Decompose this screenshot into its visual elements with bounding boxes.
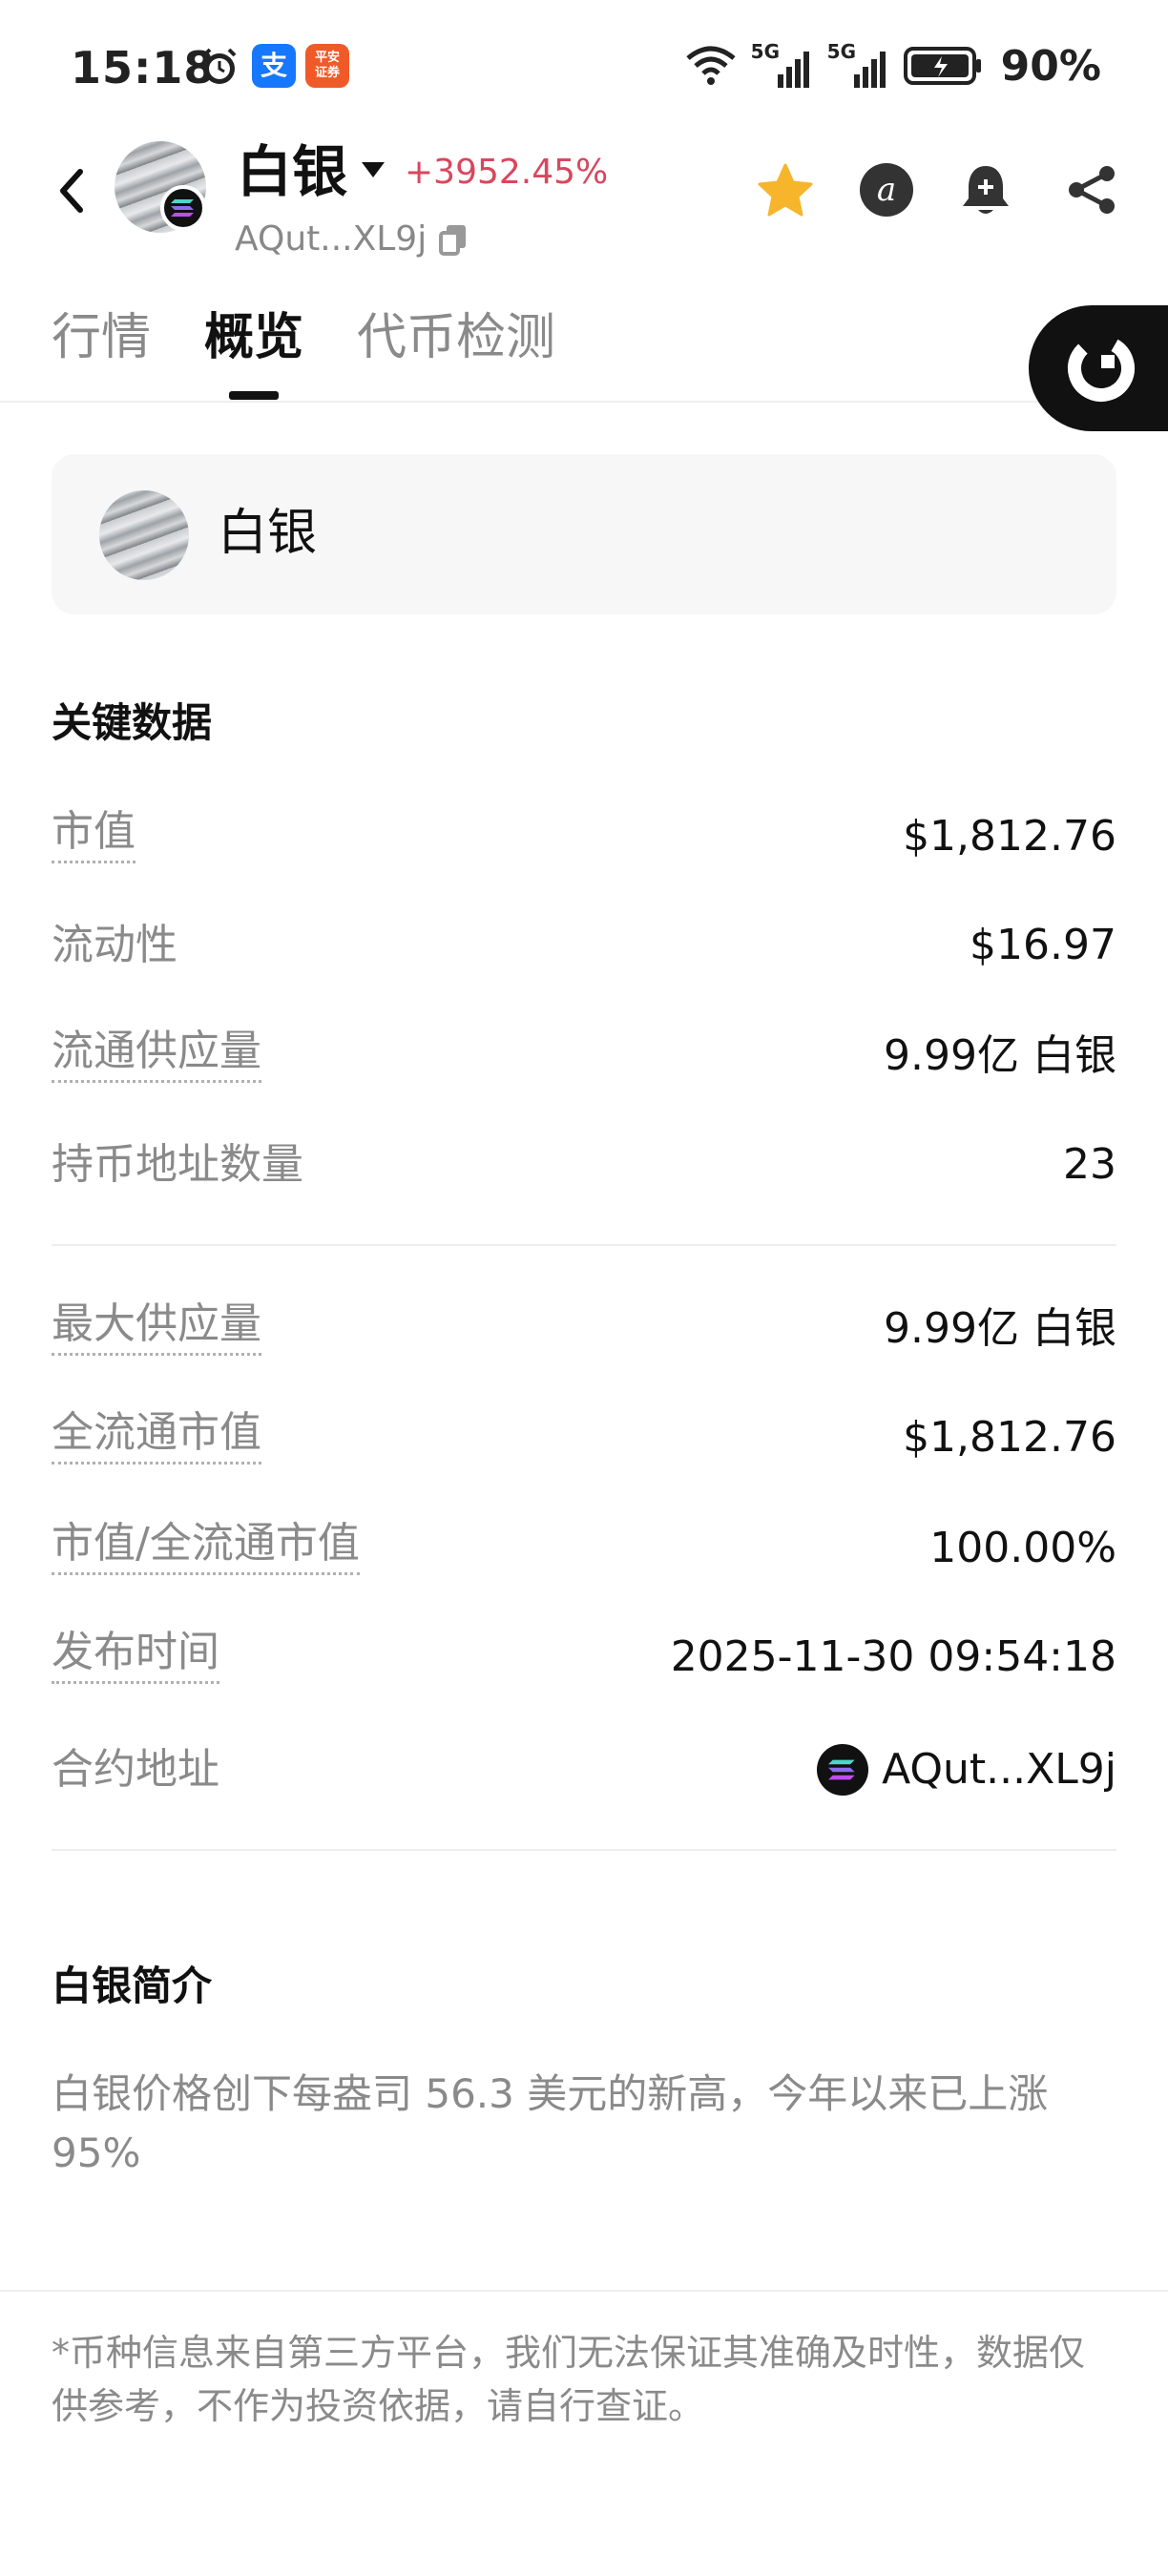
price-change: +3952.45% xyxy=(405,153,609,192)
status-time: 15:18 xyxy=(71,42,216,93)
alpha-button[interactable]: a xyxy=(855,158,918,221)
row-label[interactable]: 市值 xyxy=(52,803,136,863)
signal-icon xyxy=(853,52,886,88)
solana-icon xyxy=(817,1744,869,1796)
alert-button[interactable] xyxy=(954,158,1017,221)
chevron-down-icon[interactable] xyxy=(359,155,387,183)
svg-text:a: a xyxy=(877,171,896,209)
disclaimer-text: *币种信息来自第三方平台，我们无法保证其准确及时性，数据仅供参考，不作为投资依据… xyxy=(52,2332,1086,2427)
divider xyxy=(52,1849,1116,1851)
pingan-securities-icon: 平安 证券 xyxy=(305,44,349,88)
status-right: 5G 5G 90% xyxy=(684,40,1101,91)
refresh-icon xyxy=(1068,335,1135,403)
row-label: 持币地址数量 xyxy=(52,1140,303,1189)
data-row-mcap-fdv-ratio: 市值/全流通市值 100.00% xyxy=(52,1515,1116,1582)
alarm-icon xyxy=(202,48,237,84)
row-label: 合约地址 xyxy=(52,1745,219,1794)
favorite-button[interactable] xyxy=(754,158,817,221)
data-row-liquidity: 流动性 $16.97 xyxy=(52,912,1116,979)
alipay-icon: 支 xyxy=(252,44,296,88)
floating-action-button[interactable] xyxy=(1029,305,1168,431)
solana-icon xyxy=(160,185,206,231)
row-label: 流动性 xyxy=(52,921,177,969)
contract-address-text: AQut...XL9j xyxy=(882,1745,1116,1794)
row-value: $16.97 xyxy=(970,921,1116,969)
data-row-holders: 持币地址数量 23 xyxy=(52,1132,1116,1198)
status-bar: 15:18 支 平安 证券 5G 5G 90% xyxy=(0,0,1168,134)
row-value: 2025-11-30 09:54:18 xyxy=(670,1632,1116,1681)
intro-title: 白银简介 xyxy=(52,1963,213,2009)
row-label[interactable]: 最大供应量 xyxy=(52,1296,261,1356)
token-card-name: 白银 xyxy=(218,505,318,562)
data-row-launch-time: 发布时间 2025-11-30 09:54:18 xyxy=(52,1624,1116,1691)
row-value: 9.99亿 白银 xyxy=(884,1304,1116,1353)
tab-token-check[interactable]: 代币检测 xyxy=(357,303,555,372)
signal-2: 5G xyxy=(827,40,890,90)
row-label[interactable]: 流通供应量 xyxy=(52,1023,261,1083)
row-value: 100.00% xyxy=(929,1524,1116,1572)
row-value: $1,812.76 xyxy=(903,812,1116,861)
tab-bar: 行情 概览 代币检测 xyxy=(0,286,1168,403)
battery-percent: 90% xyxy=(1000,41,1101,91)
back-icon[interactable] xyxy=(48,162,94,219)
token-card: 白银 xyxy=(52,454,1116,614)
divider xyxy=(0,2290,1168,2292)
active-tab-indicator xyxy=(229,391,279,400)
row-label[interactable]: 市值/全流通市值 xyxy=(52,1515,360,1575)
contract-address-short: AQut...XL9j xyxy=(235,219,428,259)
data-row-contract-address: 合约地址 AQut...XL9j xyxy=(52,1736,1116,1803)
contract-address-value[interactable]: AQut...XL9j xyxy=(817,1736,1116,1803)
divider xyxy=(52,1244,1116,1246)
token-name[interactable]: 白银 xyxy=(237,134,347,210)
pingan-label: 平安 证券 xyxy=(314,51,340,80)
alpha-icon: a xyxy=(860,163,913,217)
signal-icon xyxy=(777,52,809,88)
tab-market[interactable]: 行情 xyxy=(52,303,151,372)
star-icon xyxy=(758,163,813,217)
data-row-max-supply: 最大供应量 9.99亿 白银 xyxy=(52,1296,1116,1362)
row-label[interactable]: 全流通市值 xyxy=(52,1404,261,1465)
intro-text: 白银价格创下每盎司 56.3 美元的新高，今年以来已上涨 95% xyxy=(52,2070,1049,2176)
row-value: 9.99亿 白银 xyxy=(884,1031,1116,1080)
signal-1: 5G xyxy=(751,40,814,90)
copy-icon[interactable] xyxy=(437,221,469,258)
token-avatar xyxy=(99,490,189,580)
share-button[interactable] xyxy=(1061,158,1124,221)
share-icon xyxy=(1069,166,1115,214)
wifi-icon xyxy=(686,46,736,85)
battery-icon xyxy=(903,47,981,85)
row-value: $1,812.76 xyxy=(903,1413,1116,1462)
row-label[interactable]: 发布时间 xyxy=(52,1624,219,1684)
token-header: 白银 +3952.45% AQut...XL9j a xyxy=(0,134,1168,277)
row-value: 23 xyxy=(1063,1140,1116,1189)
data-row-market-cap: 市值 $1,812.76 xyxy=(52,803,1116,870)
tab-overview[interactable]: 概览 xyxy=(204,303,303,372)
data-row-fdv: 全流通市值 $1,812.76 xyxy=(52,1404,1116,1471)
key-data-title: 关键数据 xyxy=(52,699,213,746)
bell-plus-icon xyxy=(963,166,1009,214)
data-row-circulating-supply: 流通供应量 9.99亿 白银 xyxy=(52,1023,1116,1090)
